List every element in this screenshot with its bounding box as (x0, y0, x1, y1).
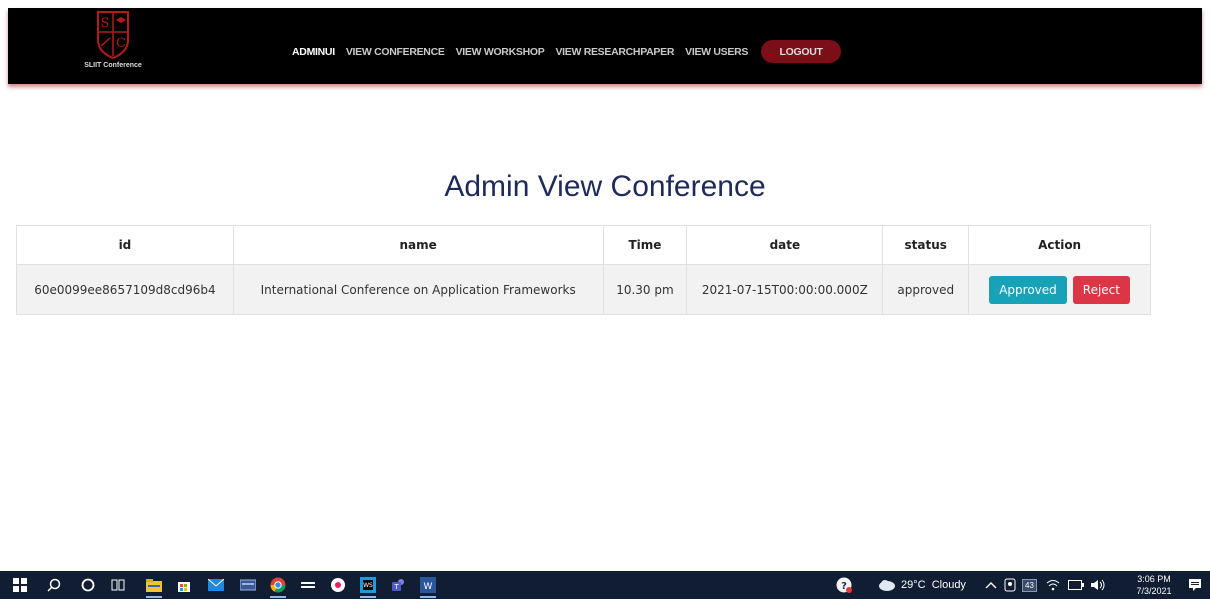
clock-time: 3:06 PM (1137, 574, 1171, 584)
teams-icon[interactable]: T (390, 577, 406, 593)
reject-button[interactable]: Reject (1072, 275, 1130, 304)
store-icon[interactable] (176, 577, 192, 593)
help-icon[interactable]: ? (836, 577, 852, 593)
battery-icon[interactable] (1068, 571, 1084, 599)
nav-view-conference[interactable]: VIEW CONFERENCE (346, 46, 445, 58)
cell-id: 60e0099ee8657109d8cd96b4 (16, 264, 234, 315)
column-header-date: date (686, 225, 884, 265)
table-row: 60e0099ee8657109d8cd96b4 International C… (16, 264, 1151, 315)
active-indicator (270, 596, 286, 598)
cell-time: 10.30 pm (602, 264, 688, 315)
conference-table: id name Time date status Action 60e0099e… (16, 225, 1151, 315)
cell-name: International Conference on Application … (232, 264, 604, 315)
weather-widget[interactable]: 29°C Cloudy (878, 571, 966, 599)
mail-icon[interactable] (208, 577, 224, 593)
main-nav: ADMINUI VIEW CONFERENCE VIEW WORKSHOP VI… (292, 40, 842, 63)
notification-badge[interactable]: 43 (1022, 571, 1037, 599)
navbar: S C SLIIT Conference ADMINUI VIEW CONFER… (8, 8, 1202, 84)
cell-action: Approved Reject (968, 264, 1151, 315)
windows-taskbar: WS T W ? 29°C Cloudy 43 3:06 PM 7/3/2021 (0, 571, 1210, 599)
search-icon[interactable] (46, 577, 62, 593)
active-indicator (146, 596, 162, 598)
column-header-id: id (16, 225, 234, 265)
brand-logo-text: SLIIT Conference (84, 62, 142, 69)
column-header-action: Action (968, 225, 1151, 265)
weather-text: 29°C Cloudy (901, 579, 966, 591)
svg-text:S: S (101, 16, 110, 31)
chrome-icon[interactable] (270, 577, 286, 598)
nav-adminui[interactable]: ADMINUI (292, 46, 335, 58)
svg-text:W: W (424, 582, 433, 592)
table-header-row: id name Time date status Action (16, 225, 1151, 265)
wifi-icon[interactable] (1046, 571, 1060, 599)
nav-view-users[interactable]: VIEW USERS (685, 46, 748, 58)
top-strip (0, 0, 1210, 8)
svg-text:T: T (393, 583, 399, 591)
browser-page: S C SLIIT Conference ADMINUI VIEW CONFER… (0, 0, 1210, 599)
keyboard-icon[interactable] (240, 577, 256, 593)
nav-view-researchpaper[interactable]: VIEW RESEARCHPAPER (555, 46, 674, 58)
active-indicator (360, 596, 376, 598)
column-header-status: status (882, 225, 970, 265)
shield-logo-icon: S C (97, 11, 129, 60)
nav-view-workshop[interactable]: VIEW WORKSHOP (456, 46, 545, 58)
system-clock[interactable]: 3:06 PM 7/3/2021 (1131, 573, 1177, 597)
logout-button[interactable]: LOGOUT (761, 40, 842, 63)
active-indicator (420, 596, 436, 598)
app-icon[interactable] (300, 577, 316, 593)
word-icon[interactable]: W (420, 577, 436, 598)
svg-text:WS: WS (363, 582, 373, 589)
volume-icon[interactable] (1090, 571, 1106, 599)
cloud-icon (879, 580, 895, 591)
notifications-icon[interactable] (1188, 571, 1202, 599)
task-view-icon[interactable] (110, 577, 126, 593)
webstorm-icon[interactable]: WS (360, 577, 376, 598)
chevron-up-icon[interactable] (985, 571, 997, 599)
cell-date: 2021-07-15T00:00:00.000Z (686, 264, 884, 315)
brand-logo[interactable]: S C SLIIT Conference (68, 10, 158, 82)
approved-button[interactable]: Approved (989, 275, 1067, 304)
cortana-icon[interactable] (80, 577, 96, 593)
page-title: Admin View Conference (444, 170, 766, 203)
badge-count: 43 (1022, 578, 1037, 592)
clock-date: 7/3/2021 (1136, 586, 1172, 596)
column-header-name: name (232, 225, 604, 265)
column-header-time: Time (602, 225, 688, 265)
svg-text:C: C (116, 36, 126, 51)
cell-status: approved (882, 264, 970, 315)
windows-start-icon[interactable] (12, 577, 28, 593)
itunes-icon[interactable] (330, 577, 346, 593)
file-explorer-icon[interactable] (146, 577, 162, 598)
tray-app-icon[interactable] (1004, 571, 1016, 599)
